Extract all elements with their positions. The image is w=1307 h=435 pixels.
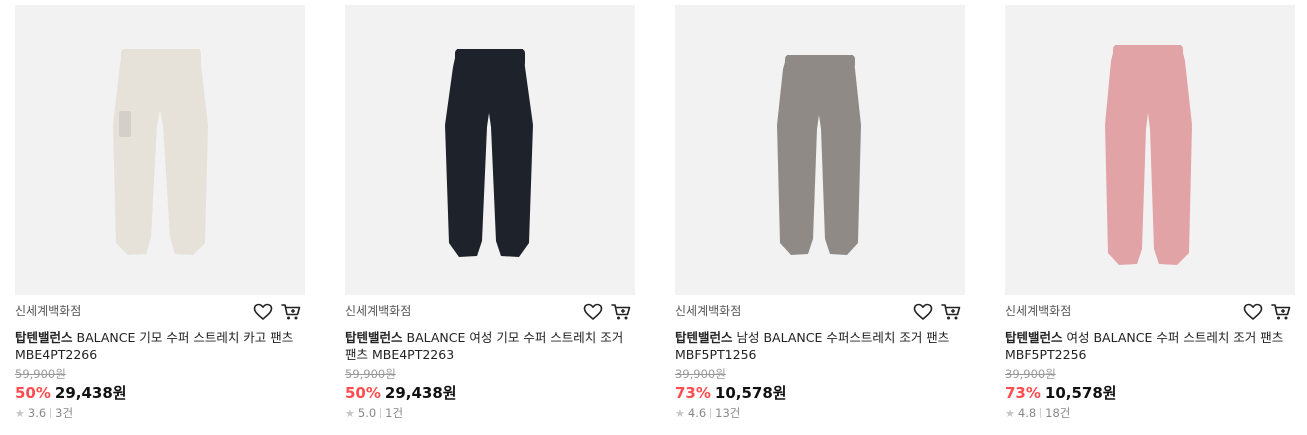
product-code: MBE4PT2266	[15, 347, 98, 362]
discount-rate: 50%	[15, 384, 51, 402]
product-title: 남성 BALANCE 수퍼스트레치 조거 팬츠	[732, 330, 950, 345]
rating-value: 5.0	[357, 406, 377, 420]
product-title: BALANCE 기모 수퍼 스트레치 카고 팬츠	[72, 330, 294, 345]
store-name: 신세계백화점	[15, 304, 82, 318]
discount-rate: 73%	[1005, 384, 1041, 402]
cart-icon[interactable]	[611, 303, 631, 321]
review-count: 3건	[55, 406, 74, 420]
product-name[interactable]: 탑텐밸런스 BALANCE 여성 기모 수퍼 스트레치 조거 팬츠 MBE4PT…	[345, 329, 635, 363]
pants-shape	[777, 55, 861, 255]
waistband	[785, 55, 855, 69]
product-image[interactable]	[345, 5, 635, 295]
pants-image	[445, 49, 533, 257]
product-title: 여성 BALANCE 수퍼 스트레치 조거 팬츠	[1062, 330, 1284, 345]
discount-rate: 73%	[675, 384, 711, 402]
original-price: 39,900원	[675, 367, 726, 381]
product-name[interactable]: 탑텐밸런스 BALANCE 기모 수퍼 스트레치 카고 팬츠 MBE4PT226…	[15, 329, 305, 363]
review-count: 18건	[1045, 406, 1071, 420]
star-icon: ★	[675, 407, 685, 420]
sale-price: 29,438원	[54, 384, 127, 402]
rating-row: ★ 4.8 18건	[1005, 406, 1295, 421]
rating-value: 4.6	[687, 406, 707, 420]
store-name: 신세계백화점	[675, 304, 742, 318]
review-count: 1건	[385, 406, 404, 420]
product-card[interactable]: 신세계백화점 탑텐밸런스 BALANCE 여성 기모 수퍼 스트레치 조거 팬츠…	[345, 5, 635, 421]
rating-value: 4.8	[1017, 406, 1037, 420]
waistband	[121, 49, 201, 65]
heart-icon[interactable]	[253, 303, 273, 321]
cart-icon[interactable]	[281, 303, 301, 321]
product-code: MBF5PT1256	[675, 347, 757, 362]
product-code: MBF5PT2256	[1005, 347, 1087, 362]
product-image[interactable]	[1005, 5, 1295, 295]
product-card[interactable]: 신세계백화점 탑텐밸런스 BALANCE 기모 수퍼 스트레치 카고 팬츠 MB…	[15, 5, 305, 421]
star-icon: ★	[1005, 407, 1015, 420]
pants-image	[1105, 45, 1192, 265]
review-count: 13건	[715, 406, 741, 420]
product-name[interactable]: 탑텐밸런스 남성 BALANCE 수퍼스트레치 조거 팬츠 MBF5PT1256	[675, 329, 965, 363]
pants-shape	[1105, 45, 1192, 265]
rating-row: ★ 5.0 1건	[345, 406, 635, 421]
waistband	[455, 49, 525, 67]
product-title: BALANCE 여성 기모 수퍼 스트레치 조거	[402, 330, 624, 345]
cart-icon[interactable]	[941, 303, 961, 321]
product-card[interactable]: 신세계백화점 탑텐밸런스 남성 BALANCE 수퍼스트레치 조거 팬츠 MBF…	[675, 5, 965, 421]
product-image[interactable]	[15, 5, 305, 295]
original-price: 39,900원	[1005, 367, 1056, 381]
rating-row: ★ 3.6 3건	[15, 406, 305, 421]
product-image[interactable]	[675, 5, 965, 295]
discount-rate: 50%	[345, 384, 381, 402]
store-name: 신세계백화점	[345, 304, 412, 318]
cart-icon[interactable]	[1271, 303, 1291, 321]
brand-name: 탑텐밸런스	[675, 330, 733, 345]
heart-icon[interactable]	[1243, 303, 1263, 321]
rating-row: ★ 4.6 13건	[675, 406, 965, 421]
sale-price: 29,438원	[384, 384, 457, 402]
rating-value: 3.6	[27, 406, 47, 420]
pants-shape	[113, 49, 208, 255]
brand-name: 탑텐밸런스	[1005, 330, 1063, 345]
pants-shape	[445, 49, 533, 257]
sale-price: 10,578원	[714, 384, 787, 402]
product-grid: 신세계백화점 탑텐밸런스 BALANCE 기모 수퍼 스트레치 카고 팬츠 MB…	[0, 0, 1307, 435]
product-card[interactable]: 신세계백화점 탑텐밸런스 여성 BALANCE 수퍼 스트레치 조거 팬츠 MB…	[1005, 5, 1295, 421]
product-code: 팬츠 MBE4PT2263	[345, 347, 455, 362]
store-name: 신세계백화점	[1005, 304, 1072, 318]
brand-name: 탑텐밸런스	[15, 330, 73, 345]
original-price: 59,900원	[15, 367, 66, 381]
waistband	[1113, 45, 1183, 61]
star-icon: ★	[345, 407, 355, 420]
brand-name: 탑텐밸런스	[345, 330, 403, 345]
product-name[interactable]: 탑텐밸런스 여성 BALANCE 수퍼 스트레치 조거 팬츠 MBF5PT225…	[1005, 329, 1295, 363]
original-price: 59,900원	[345, 367, 396, 381]
sale-price: 10,578원	[1044, 384, 1117, 402]
heart-icon[interactable]	[913, 303, 933, 321]
pants-image	[777, 55, 861, 255]
star-icon: ★	[15, 407, 25, 420]
pants-image	[113, 49, 208, 255]
heart-icon[interactable]	[583, 303, 603, 321]
